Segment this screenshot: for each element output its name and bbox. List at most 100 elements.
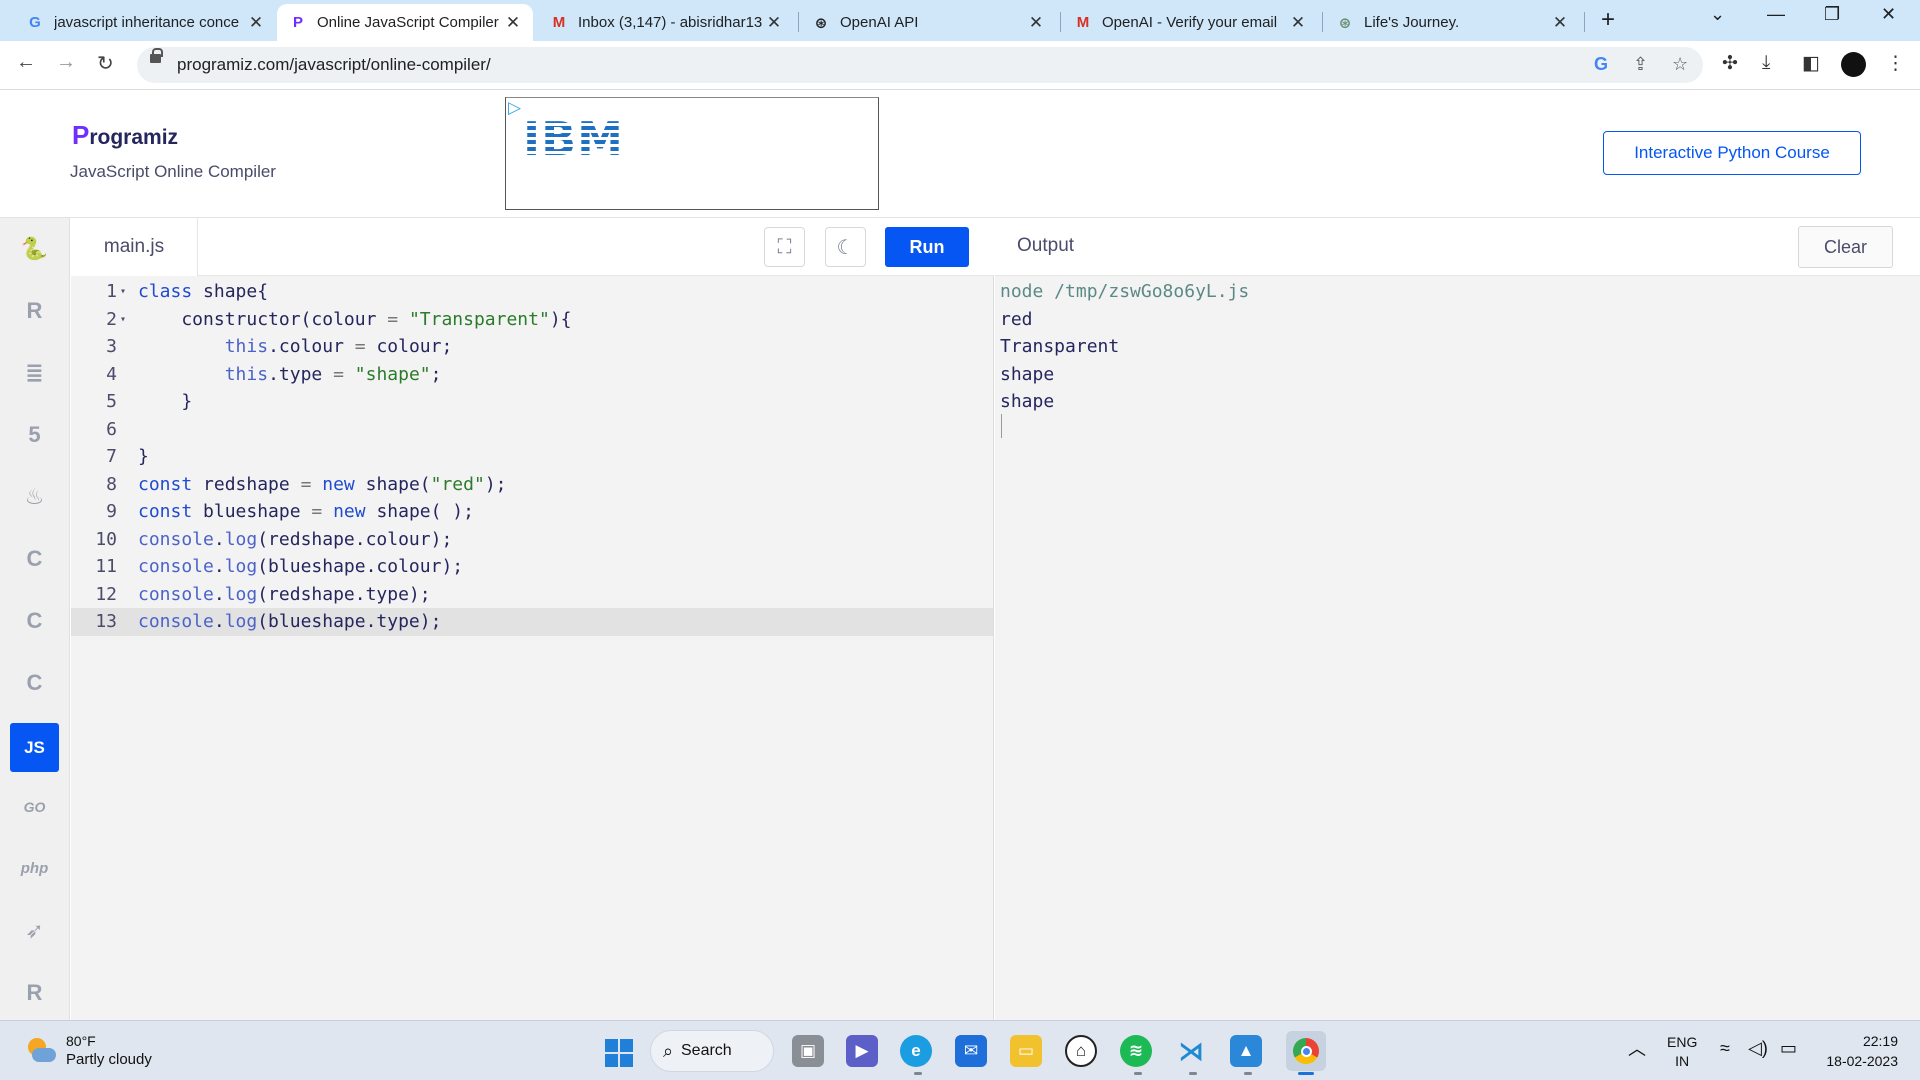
wifi-icon[interactable]: ≈ <box>1720 1038 1730 1059</box>
openai-icon: ⊛ <box>814 14 828 32</box>
sidebar-item-swift[interactable]: ➶ <box>10 906 59 955</box>
chatgpt-icon: ⊛ <box>1338 14 1352 32</box>
code-line: 1 ▾ class shape{ <box>71 278 993 306</box>
menu-kebab-icon[interactable]: ⋮ <box>1886 52 1905 75</box>
code-text: console.log(blueshape.type); <box>138 611 442 632</box>
chrome-icon <box>1293 1038 1319 1064</box>
url-input[interactable]: programiz.com/javascript/online-compiler… <box>137 47 1703 83</box>
weather-widget[interactable]: 80°F Partly cloudy <box>22 1033 152 1069</box>
code-line: 10 console.log(redshape.colour); <box>71 526 993 554</box>
teams-chat-icon[interactable]: ▶ <box>846 1035 878 1067</box>
site-header: Programiz JavaScript Online Compiler ▷ I… <box>0 90 1920 218</box>
ibm-advertisement[interactable]: ▷ IBM <box>505 97 879 210</box>
code-editor[interactable]: 1 ▾ class shape{ 2 ▾ constructor(colour = "… <box>71 276 994 1020</box>
bookmark-star-icon[interactable]: ☆ <box>1672 54 1688 75</box>
weather-temperature: 80°F <box>66 1033 96 1049</box>
sidebar-item-cpp[interactable]: C <box>10 596 59 645</box>
close-window-icon[interactable]: ✕ <box>1881 4 1896 25</box>
programiz-logo[interactable]: Programiz <box>72 120 178 151</box>
sidebar-item-go[interactable]: GO <box>10 782 59 831</box>
tab-openai-verify-email[interactable]: M OpenAI - Verify your email ✕ <box>1062 4 1318 41</box>
browser-tab-bar: G javascript inheritance conce ✕ P Onlin… <box>0 0 1920 41</box>
ad-choices-icon[interactable]: ▷ <box>508 98 521 118</box>
code-line: 5 } <box>71 388 993 416</box>
clear-button[interactable]: Clear <box>1798 226 1893 268</box>
lock-icon[interactable] <box>150 48 163 63</box>
file-explorer-icon[interactable]: ▭ <box>1010 1035 1042 1067</box>
close-tab-icon[interactable]: ✕ <box>1290 13 1306 33</box>
google-icon: G <box>29 14 41 31</box>
tab-javascript-inheritance[interactable]: G javascript inheritance conce ✕ <box>14 4 276 41</box>
sidebar-item-r[interactable]: R <box>10 286 59 335</box>
gmail-icon: M <box>1076 14 1090 31</box>
interactive-python-course-button[interactable]: Interactive Python Course <box>1603 131 1861 175</box>
spotify-icon[interactable]: ≋ <box>1120 1035 1152 1067</box>
sidebar-item-php[interactable]: php <box>10 844 59 893</box>
task-view-icon[interactable]: ▣ <box>792 1035 824 1067</box>
code-text: const redshape = new shape("red"); <box>138 473 507 495</box>
tab-search-chevron-icon[interactable]: ⌄ <box>1710 4 1725 25</box>
output-line: red <box>1000 308 1033 330</box>
windows-start-icon[interactable] <box>605 1039 633 1067</box>
weather-description: Partly cloudy <box>66 1051 152 1068</box>
run-button[interactable]: Run <box>885 227 969 267</box>
extensions-icon[interactable]: ✣ <box>1722 52 1738 75</box>
show-hidden-icons-chevron[interactable]: ︿ <box>1628 1035 1646 1061</box>
sidebar-item-rust[interactable]: R <box>10 968 59 1017</box>
chrome-taskbar-button[interactable] <box>1286 1031 1326 1071</box>
code-text: const blueshape = new shape( ); <box>138 501 474 522</box>
back-icon[interactable]: ← <box>16 51 36 74</box>
google-translate-icon[interactable]: G <box>1594 54 1608 75</box>
volume-icon[interactable]: ◁) <box>1748 1038 1768 1059</box>
taskbar-search[interactable]: ⌕ Search <box>650 1030 774 1072</box>
restore-icon[interactable]: ❐ <box>1824 4 1840 25</box>
code-line: 9 const blueshape = new shape( ); <box>71 498 993 526</box>
fullscreen-icon[interactable]: ⛶ <box>764 227 805 267</box>
battery-icon[interactable]: ▭ <box>1780 1038 1797 1059</box>
photos-icon[interactable]: ▲ <box>1230 1035 1262 1067</box>
close-tab-icon[interactable]: ✕ <box>1552 13 1568 33</box>
tab-gmail-inbox[interactable]: M Inbox (3,147) - abisridhar13 ✕ <box>538 4 794 41</box>
mail-icon[interactable]: ✉ <box>955 1035 987 1067</box>
close-tab-icon[interactable]: ✕ <box>248 13 264 33</box>
sidebar-item-sql[interactable]: ≣ <box>10 348 59 397</box>
sidebar-item-c[interactable]: C <box>10 534 59 583</box>
output-command: node /tmp/zswGo8o6yL.js <box>1000 281 1250 302</box>
close-tab-icon[interactable]: ✕ <box>505 13 521 33</box>
profile-avatar[interactable] <box>1841 52 1866 77</box>
side-panel-icon[interactable]: ◧ <box>1802 52 1820 75</box>
partly-cloudy-icon <box>22 1036 56 1066</box>
sidebar-item-python[interactable]: 🐍 <box>10 224 59 273</box>
output-line: Transparent <box>1000 336 1120 357</box>
reload-icon[interactable]: ↻ <box>97 51 114 76</box>
code-line: 12 console.log(redshape.type); <box>71 581 993 609</box>
vscode-icon[interactable]: ⋊ <box>1175 1035 1207 1067</box>
tab-online-javascript-compiler[interactable]: P Online JavaScript Compiler ✕ <box>277 4 533 41</box>
new-tab-icon[interactable]: + <box>1601 6 1615 34</box>
windows-taskbar: 80°F Partly cloudy ⌕ Search ▣ ▶ e ✉ ▭ ⌂ … <box>0 1020 1920 1080</box>
sidebar-item-html[interactable]: 5 <box>10 410 59 459</box>
close-tab-icon[interactable]: ✕ <box>1028 13 1044 33</box>
sidebar-item-javascript[interactable]: JS <box>10 723 59 772</box>
sidebar-item-csharp[interactable]: C <box>10 658 59 707</box>
code-line: 7} <box>71 443 993 471</box>
fold-arrow-icon: ▾ <box>120 313 127 325</box>
share-icon[interactable]: ⇪ <box>1633 54 1648 75</box>
code-text: console.log(blueshape.colour); <box>138 556 464 577</box>
github-desktop-icon[interactable]: ⌂ <box>1065 1035 1097 1067</box>
download-icon[interactable]: ⤓ <box>1762 52 1770 74</box>
output-console[interactable]: node /tmp/zswGo8o6yL.js red Transparent … <box>995 276 1920 1020</box>
edge-icon[interactable]: e <box>900 1035 932 1067</box>
output-title: Output <box>1017 235 1075 256</box>
tab-lifes-journey[interactable]: ⊛ Life's Journey. ✕ <box>1324 4 1580 41</box>
close-tab-icon[interactable]: ✕ <box>766 13 782 33</box>
forward-icon[interactable]: → <box>56 51 76 74</box>
dark-mode-moon-icon[interactable]: ☾ <box>825 227 866 267</box>
sidebar-item-java[interactable]: ♨ <box>10 472 59 521</box>
tab-openai-api[interactable]: ⊛ OpenAI API ✕ <box>800 4 1056 41</box>
file-tab-main-js[interactable]: main.js <box>71 218 198 276</box>
input-language[interactable]: ENG IN <box>1667 1033 1697 1071</box>
minimize-icon[interactable]: — <box>1767 4 1785 25</box>
system-clock[interactable]: 22:19 18-02-2023 <box>1818 1031 1898 1071</box>
